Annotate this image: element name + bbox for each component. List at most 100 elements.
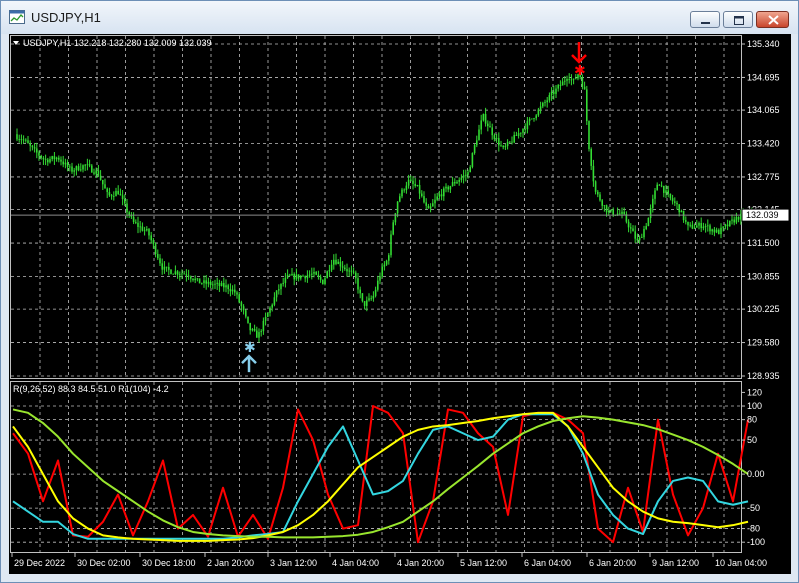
price-candle-body[interactable] xyxy=(82,165,84,170)
price-candle-body[interactable] xyxy=(372,295,375,299)
price-candle-body[interactable] xyxy=(696,225,698,228)
price-candle-body[interactable] xyxy=(341,266,344,268)
price-candle-body[interactable] xyxy=(469,166,471,173)
price-candle-body[interactable] xyxy=(502,145,504,148)
price-candle-body[interactable] xyxy=(49,159,51,163)
price-candle-body[interactable] xyxy=(249,322,251,331)
price-candle-body[interactable] xyxy=(473,145,476,154)
price-candle-body[interactable] xyxy=(429,206,432,209)
price-candle-body[interactable] xyxy=(385,260,388,265)
price-candle-body[interactable] xyxy=(216,282,218,284)
price-candle-body[interactable] xyxy=(737,216,740,220)
price-candle-body[interactable] xyxy=(407,179,410,186)
price-candle-body[interactable] xyxy=(647,217,650,227)
price-candle-body[interactable] xyxy=(110,195,113,197)
price-candle-body[interactable] xyxy=(295,274,298,280)
price-candle-body[interactable] xyxy=(311,273,313,275)
price-candle-body[interactable] xyxy=(572,78,575,80)
price-candle-body[interactable] xyxy=(308,274,311,276)
price-candle-body[interactable] xyxy=(99,175,102,180)
price-candle-body[interactable] xyxy=(478,129,480,141)
price-candle-body[interactable] xyxy=(594,181,597,192)
price-candle-body[interactable] xyxy=(229,289,232,292)
price-candle-body[interactable] xyxy=(726,224,729,227)
price-candle-body[interactable] xyxy=(139,226,141,228)
price-candle-body[interactable] xyxy=(432,203,434,207)
price-candle-body[interactable] xyxy=(126,203,128,213)
price-candle-body[interactable] xyxy=(36,148,38,153)
price-candle-body[interactable] xyxy=(53,156,56,160)
price-candle-body[interactable] xyxy=(704,226,707,227)
price-candle-body[interactable] xyxy=(555,88,557,94)
price-candle-body[interactable] xyxy=(392,222,394,235)
price-candle-body[interactable] xyxy=(724,224,727,227)
price-candle-body[interactable] xyxy=(735,216,738,223)
price-candle-body[interactable] xyxy=(451,182,454,187)
price-candle-body[interactable] xyxy=(610,209,612,211)
price-candle-body[interactable] xyxy=(157,254,159,259)
price-candle-body[interactable] xyxy=(583,86,586,90)
price-candle-body[interactable] xyxy=(658,184,661,186)
price-candle-body[interactable] xyxy=(528,118,531,122)
price-candle-body[interactable] xyxy=(482,113,485,121)
price-candle-body[interactable] xyxy=(346,269,348,272)
price-candle-body[interactable] xyxy=(687,221,689,226)
price-candle-body[interactable] xyxy=(168,267,170,270)
price-candle-body[interactable] xyxy=(383,264,386,267)
price-candle-body[interactable] xyxy=(509,141,511,143)
price-candle-body[interactable] xyxy=(489,126,491,128)
price-candle-body[interactable] xyxy=(621,211,623,214)
price-candle-body[interactable] xyxy=(148,229,150,236)
price-candle-body[interactable] xyxy=(62,161,64,165)
price-candle-body[interactable] xyxy=(324,278,326,285)
price-candle-body[interactable] xyxy=(632,228,634,232)
price-candle-body[interactable] xyxy=(693,227,696,229)
price-candle-body[interactable] xyxy=(443,188,445,197)
price-candle-body[interactable] xyxy=(181,273,183,275)
price-candle-body[interactable] xyxy=(348,270,350,272)
price-candle-body[interactable] xyxy=(467,172,469,175)
price-candle-body[interactable] xyxy=(104,184,106,189)
price-candle-body[interactable] xyxy=(300,275,302,279)
price-candle-body[interactable] xyxy=(645,226,647,229)
price-candle-body[interactable] xyxy=(401,189,403,197)
price-candle-body[interactable] xyxy=(526,121,529,130)
price-candle-body[interactable] xyxy=(493,135,496,139)
price-candle-body[interactable] xyxy=(656,184,658,191)
price-candle-body[interactable] xyxy=(421,193,423,197)
price-candle-body[interactable] xyxy=(720,227,722,235)
price-candle-body[interactable] xyxy=(289,274,291,276)
price-candle-body[interactable] xyxy=(322,279,324,285)
price-candle-body[interactable] xyxy=(460,177,463,180)
price-candle-body[interactable] xyxy=(513,134,515,143)
price-candle-body[interactable] xyxy=(326,271,328,279)
price-candle-body[interactable] xyxy=(95,170,97,174)
price-candle-body[interactable] xyxy=(18,139,20,141)
price-candle-body[interactable] xyxy=(729,220,731,227)
price-candle-body[interactable] xyxy=(667,190,669,194)
price-candle-body[interactable] xyxy=(623,211,625,215)
price-candle-body[interactable] xyxy=(434,199,436,204)
price-candle-body[interactable] xyxy=(524,128,526,130)
price-candle-body[interactable] xyxy=(480,120,482,130)
price-candle-body[interactable] xyxy=(350,270,353,272)
price-candle-body[interactable] xyxy=(535,115,537,119)
price-candle-body[interactable] xyxy=(537,109,540,116)
price-candle-body[interactable] xyxy=(119,194,122,196)
price-candle-body[interactable] xyxy=(344,267,346,270)
price-candle-body[interactable] xyxy=(108,192,111,196)
price-candle-body[interactable] xyxy=(73,170,75,172)
price-candle-body[interactable] xyxy=(539,106,542,110)
price-candle-body[interactable] xyxy=(55,157,58,160)
price-candle-body[interactable] xyxy=(242,306,245,311)
price-candle-body[interactable] xyxy=(612,209,614,215)
price-candle-body[interactable] xyxy=(141,226,144,231)
price-candle-body[interactable] xyxy=(660,185,663,187)
price-candle-body[interactable] xyxy=(531,118,533,120)
price-candle-body[interactable] xyxy=(654,190,656,199)
price-candle-body[interactable] xyxy=(207,281,210,284)
price-candle-body[interactable] xyxy=(66,162,69,167)
price-candle-body[interactable] xyxy=(286,274,289,278)
price-candle-body[interactable] xyxy=(533,118,535,120)
price-candle-body[interactable] xyxy=(256,330,258,338)
